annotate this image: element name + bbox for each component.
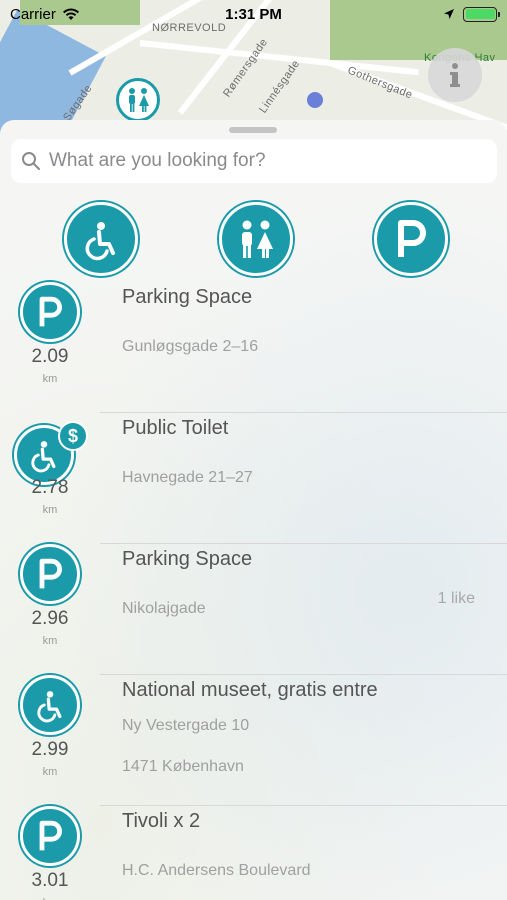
status-left: Carrier bbox=[10, 6, 80, 23]
result-distance: 2.99 bbox=[31, 739, 69, 760]
result-icon bbox=[20, 544, 80, 604]
parking-icon bbox=[398, 220, 426, 257]
map-toilet-pin[interactable] bbox=[116, 78, 160, 122]
toilet-people-icon bbox=[129, 88, 149, 112]
result-address: H.C. Andersens Boulevard bbox=[122, 862, 311, 879]
results-sheet[interactable]: 2.09 km Parking Space Gunløgsgade 2–16 $… bbox=[0, 120, 507, 900]
info-button[interactable] bbox=[428, 48, 482, 102]
result-title: Public Toilet bbox=[122, 417, 229, 439]
parking-icon bbox=[39, 296, 62, 327]
result-icon bbox=[20, 806, 80, 866]
parking-icon bbox=[39, 558, 62, 589]
result-icon bbox=[20, 282, 80, 342]
category-wheelchair-button[interactable] bbox=[64, 202, 138, 276]
category-parking-button[interactable] bbox=[374, 202, 448, 276]
result-address: Nikolajgade bbox=[122, 600, 206, 617]
status-bar: Carrier 1:31 PM bbox=[0, 0, 507, 28]
category-filter-bar bbox=[0, 202, 507, 276]
result-distance: 2.96 bbox=[31, 608, 69, 629]
result-distance: 2.78 bbox=[31, 477, 69, 498]
wheelchair-icon bbox=[31, 441, 56, 473]
result-distance-unit: km bbox=[42, 504, 58, 516]
search-bar[interactable] bbox=[11, 139, 497, 183]
result-postal: 1471 København bbox=[122, 758, 244, 775]
result-title: Parking Space bbox=[122, 548, 253, 570]
result-address: Gunløgsgade 2–16 bbox=[122, 338, 259, 355]
result-distance-unit: km bbox=[42, 635, 58, 647]
wheelchair-icon bbox=[85, 222, 115, 261]
sheet-grabber[interactable] bbox=[229, 127, 277, 133]
toilet-people-icon bbox=[242, 220, 273, 258]
result-title: Tivoli x 2 bbox=[122, 810, 201, 832]
result-address: Havnegade 21–27 bbox=[122, 469, 253, 486]
paid-badge: $ bbox=[58, 421, 88, 451]
result-address: Ny Vestergade 10 bbox=[122, 717, 250, 734]
list-item[interactable]: 3.01 km Tivoli x 2 H.C. Andersens Boulev… bbox=[0, 806, 507, 900]
result-likes: 1 like bbox=[437, 590, 475, 607]
search-input[interactable] bbox=[49, 150, 449, 172]
battery-icon bbox=[463, 6, 500, 22]
search-icon bbox=[22, 152, 40, 170]
result-title: Parking Space bbox=[122, 286, 253, 308]
carrier-label: Carrier bbox=[10, 5, 56, 23]
status-right bbox=[443, 6, 500, 22]
category-toilet-button[interactable] bbox=[219, 202, 293, 276]
location-arrow-icon bbox=[444, 9, 454, 19]
map-label-street: Linnésgade bbox=[257, 57, 303, 116]
map-metro-pin[interactable] bbox=[307, 92, 323, 108]
list-item[interactable]: 2.96 km Parking Space Nikolajgade 1 like bbox=[0, 544, 507, 675]
result-distance-unit: km bbox=[42, 373, 58, 385]
result-title: National museet, gratis entre bbox=[122, 679, 378, 701]
result-distance: 2.09 bbox=[31, 346, 69, 367]
result-distance: 3.01 bbox=[31, 870, 69, 891]
list-item[interactable]: 2.99 km National museet, gratis entre Ny… bbox=[0, 675, 507, 806]
list-item[interactable]: 2.09 km Parking Space Gunløgsgade 2–16 bbox=[0, 282, 507, 413]
list-item[interactable]: $ 2.78 km Public Toilet Havnegade 21–27 bbox=[0, 413, 507, 544]
result-distance-unit: km bbox=[42, 766, 58, 778]
parking-icon bbox=[39, 820, 62, 851]
info-icon bbox=[450, 63, 460, 87]
wheelchair-icon bbox=[37, 691, 62, 723]
wifi-icon bbox=[62, 8, 79, 20]
result-icon bbox=[20, 675, 80, 735]
results-list: 2.09 km Parking Space Gunløgsgade 2–16 $… bbox=[0, 282, 507, 900]
